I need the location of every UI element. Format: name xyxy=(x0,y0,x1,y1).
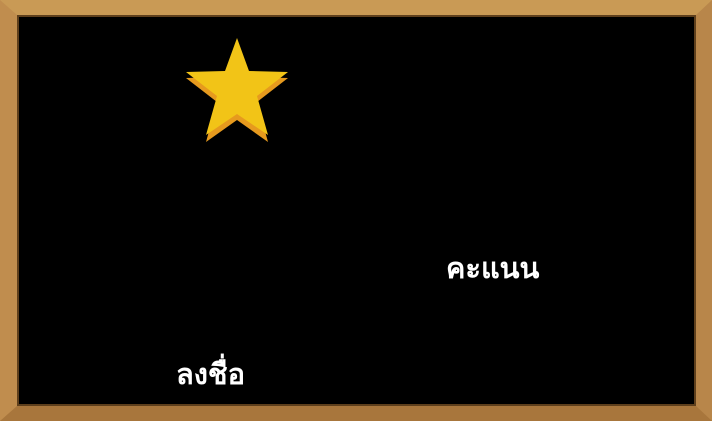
board-frame xyxy=(17,15,696,406)
score-label: คะแนน xyxy=(446,251,540,285)
star-icon xyxy=(186,38,288,142)
register-button[interactable]: ลงชื่อ xyxy=(176,360,245,389)
chalkboard xyxy=(0,0,712,421)
